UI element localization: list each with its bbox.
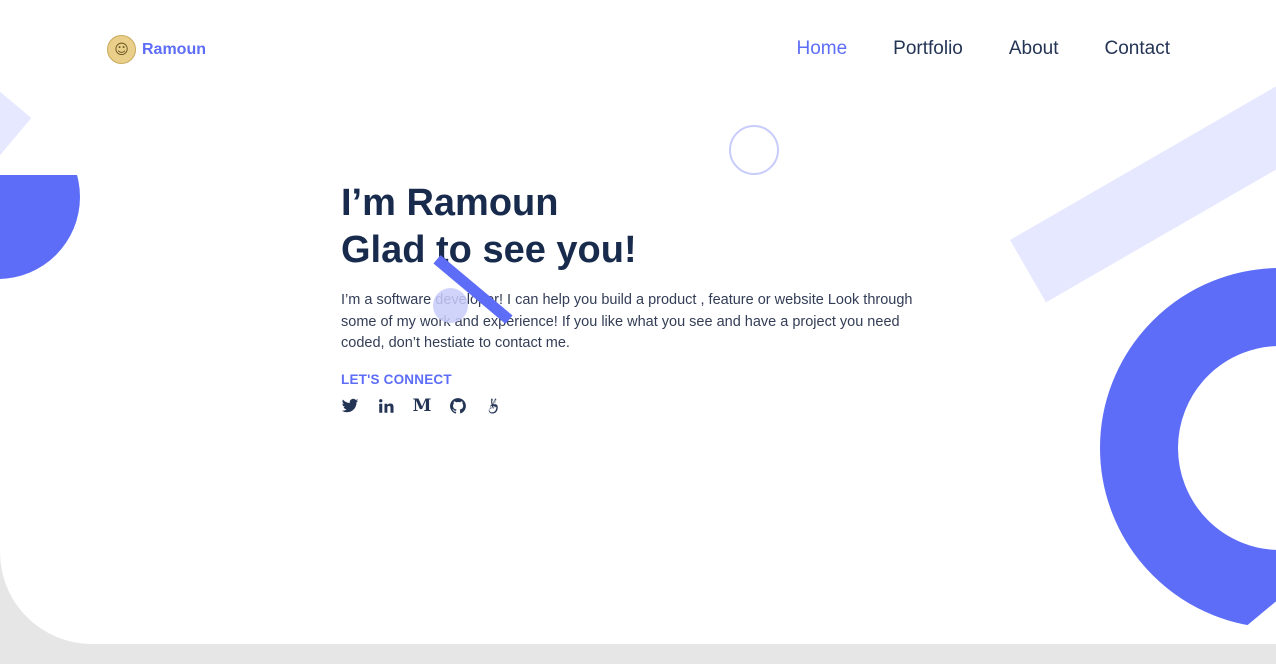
nav-portfolio[interactable]: Portfolio: [893, 38, 963, 60]
hero-title-line1: I’m Ramoun: [341, 182, 559, 224]
nav-about[interactable]: About: [1009, 38, 1059, 60]
page-canvas: ☺ Ramoun Home Portfolio About Contact I’…: [0, 0, 1276, 644]
main-nav: Home Portfolio About Contact: [796, 38, 1170, 60]
avatar: ☺: [107, 35, 136, 64]
angellist-icon[interactable]: [485, 397, 503, 415]
social-links: M: [341, 397, 931, 415]
hero-description: I’m a software developer! I can help you…: [341, 292, 913, 351]
brand[interactable]: ☺ Ramoun: [107, 35, 206, 64]
decorative-band-right: [1010, 75, 1276, 303]
decorative-half-circle-left: [0, 175, 80, 279]
decorative-dot: [433, 288, 468, 323]
connect-label: LET'S CONNECT: [341, 371, 452, 387]
decorative-ring: [729, 125, 779, 175]
hero: I’m Ramoun Glad to see you! I’m a softwa…: [341, 180, 931, 415]
brand-name: Ramoun: [142, 40, 206, 58]
medium-icon[interactable]: M: [413, 397, 432, 415]
nav-home[interactable]: Home: [796, 38, 847, 60]
decorative-bar-left: [0, 81, 32, 171]
decorative-arc-right: [1100, 268, 1276, 628]
nav-contact[interactable]: Contact: [1105, 38, 1170, 60]
hero-title: I’m Ramoun Glad to see you!: [341, 180, 931, 274]
github-icon[interactable]: [449, 397, 467, 415]
hero-title-line2: Glad to see you!: [341, 229, 637, 271]
linkedin-icon[interactable]: [377, 397, 395, 415]
twitter-icon[interactable]: [341, 397, 359, 415]
